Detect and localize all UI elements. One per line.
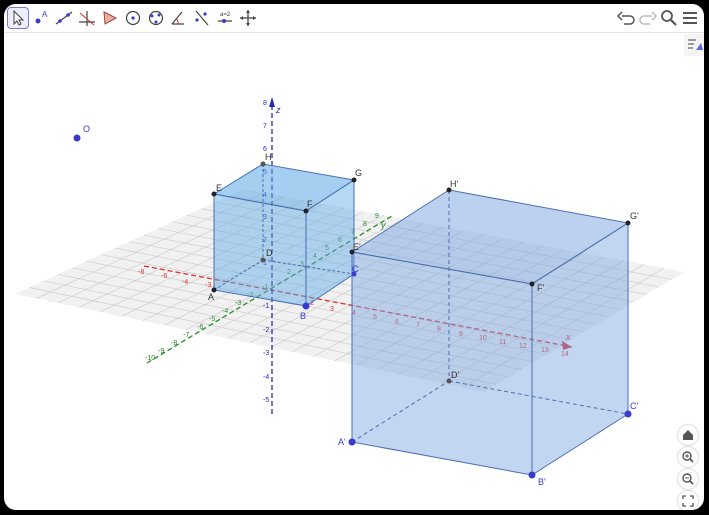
x-axis-tick-label: 3 — [330, 306, 334, 313]
big-cube[interactable] — [350, 189, 630, 476]
zoom-out-button[interactable] — [678, 469, 698, 489]
y-axis-tick-label: -8 — [171, 340, 177, 347]
z-axis-tick-label: -3 — [263, 350, 269, 357]
z-axis-tick-label: -4 — [263, 374, 269, 381]
point-b1[interactable] — [528, 471, 536, 479]
undo-button[interactable] — [616, 8, 636, 28]
x-axis-tick-label: -6 — [161, 273, 167, 280]
hamburger-menu-icon — [683, 12, 697, 24]
z-axis-tick-label: -1 — [263, 303, 269, 310]
point-label-c: C — [352, 264, 359, 274]
z-axis-label: z — [275, 105, 281, 115]
y-axis-tick-label: 8 — [363, 221, 367, 228]
perpendicular-icon — [79, 11, 95, 26]
z-axis-tick-label: -5 — [263, 397, 269, 404]
search-button[interactable] — [659, 8, 679, 28]
y-axis-tick-label: -3 — [235, 300, 241, 307]
point-label-h1: H' — [450, 179, 458, 189]
svg-text:A: A — [42, 10, 48, 19]
y-axis-tick-label: -9 — [158, 348, 164, 355]
menu-button[interactable] — [680, 8, 700, 28]
polygon-icon — [103, 11, 118, 25]
y-axis-tick-label: -4 — [222, 308, 228, 315]
point-c1[interactable] — [624, 410, 632, 418]
undo-icon — [616, 11, 635, 25]
point-label-e1: E' — [353, 242, 361, 252]
home-view-button[interactable] — [678, 425, 698, 445]
point-tool-button[interactable]: A — [31, 8, 51, 28]
zoom-in-icon — [682, 451, 694, 463]
circle-three-points-icon — [148, 10, 164, 26]
graphics-3d-view[interactable]: x -8 -6 -4 -3 2 3 4 5 6 7 8 9 10 11 12 13 14 y -10 -9 -8 -7… — [4, 33, 704, 510]
point-label-g1: G' — [630, 211, 639, 221]
point-g1[interactable] — [625, 220, 631, 226]
slider-icon: a=2 — [218, 12, 232, 23]
move-view-tool-button[interactable] — [238, 8, 258, 28]
circle-points-tool-button[interactable] — [146, 8, 166, 28]
home-icon — [683, 430, 693, 440]
line-tool-button[interactable] — [54, 8, 74, 28]
point-label-o: O — [83, 124, 90, 134]
point-o[interactable] — [73, 134, 81, 142]
svg-text:a=2: a=2 — [220, 12, 231, 18]
reflect-tool-button[interactable] — [192, 8, 212, 28]
point-label-d1: D' — [451, 370, 459, 380]
redo-icon — [639, 11, 658, 25]
point-label-f: F — [307, 199, 313, 209]
perpendicular-tool-button[interactable] — [77, 8, 97, 28]
point-label-d: D — [266, 248, 273, 258]
point-label-c1: C' — [630, 401, 638, 411]
x-axis-tick-label: -4 — [182, 279, 188, 286]
x-axis-tick-label: -8 — [138, 269, 144, 276]
point-label-h: H — [265, 152, 272, 162]
slider-tool-button[interactable]: a=2 — [215, 8, 235, 28]
point-label-b1: B' — [538, 477, 546, 487]
point-label-e: E — [216, 183, 222, 193]
z-axis-tick-label: 8 — [263, 100, 267, 107]
point-f1[interactable] — [529, 281, 535, 287]
move-tool-button[interactable] — [7, 7, 29, 29]
x-axis-tick-label: -3 — [205, 282, 211, 289]
arrow-cursor-icon — [13, 9, 25, 26]
point-label-g: G — [355, 168, 362, 178]
zoom-in-button[interactable] — [678, 447, 698, 467]
fullscreen-button[interactable] — [678, 491, 698, 510]
point-icon: A — [35, 10, 48, 24]
y-axis-tick-label: -7 — [183, 332, 189, 339]
y-axis-tick-label: -5 — [209, 316, 215, 323]
z-axis-tick-label: -2 — [263, 327, 269, 334]
move-view-icon — [240, 10, 256, 26]
point-a1[interactable] — [348, 438, 356, 446]
point-f[interactable] — [303, 208, 309, 214]
point-h[interactable] — [260, 161, 266, 167]
angle-icon — [171, 11, 184, 25]
zoom-out-icon — [682, 473, 694, 485]
small-cube[interactable] — [212, 163, 356, 307]
polygon-tool-button[interactable] — [100, 8, 120, 28]
y-axis-tick-label: 9 — [375, 213, 379, 220]
y-axis-tick-label: -10 — [145, 355, 155, 362]
geogebra-app: A a=2 x -8 -6 -4 -3 2 3 4 5 6 7 8 9 10 1… — [4, 4, 704, 510]
angle-tool-button[interactable] — [169, 8, 189, 28]
z-axis-tick-label: 7 — [263, 123, 267, 130]
y-axis-tick-label: -6 — [197, 324, 203, 331]
redo-button[interactable] — [638, 8, 658, 28]
point-label-f1: F' — [537, 283, 544, 293]
point-label-a1: A' — [338, 437, 346, 447]
search-icon — [661, 10, 677, 26]
point-label-b: B — [300, 311, 306, 321]
point-d[interactable] — [260, 257, 266, 263]
point-g[interactable] — [351, 177, 357, 183]
point-label-a: A — [208, 292, 214, 302]
reflect-icon — [195, 10, 209, 26]
line-icon — [55, 11, 73, 25]
y-axis-label: y — [380, 220, 386, 230]
scene-svg: x -8-6-4 -323456 7891011121314 y -10-9-8-7… — [15, 97, 684, 487]
toolbar: A a=2 — [4, 4, 704, 33]
circle-tool-button[interactable] — [123, 8, 143, 28]
circle-icon — [125, 10, 141, 26]
fullscreen-icon — [682, 495, 694, 507]
point-b[interactable] — [302, 302, 310, 310]
